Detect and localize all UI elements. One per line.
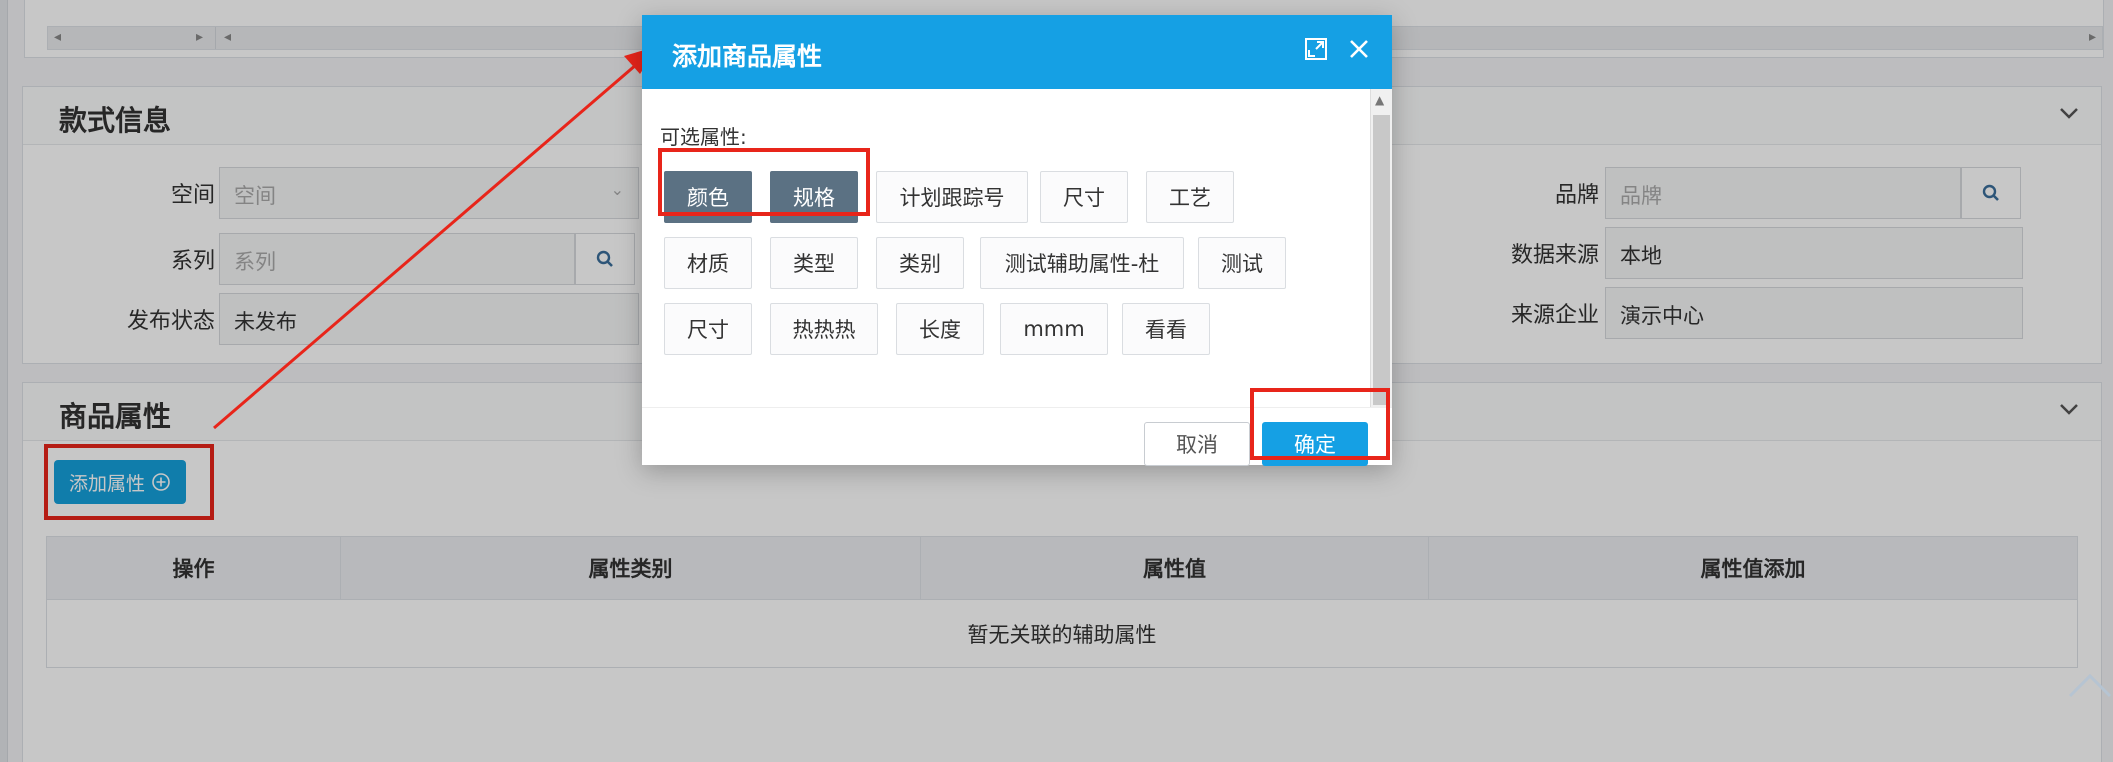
close-icon[interactable] — [1348, 38, 1370, 60]
attribute-tag[interactable]: 材质 — [664, 237, 752, 289]
attribute-tag[interactable]: 尺寸 — [1040, 171, 1128, 223]
dialog-vertical-scrollbar[interactable]: ▲ — [1370, 89, 1392, 407]
dialog-header: 添加商品属性 — [642, 15, 1392, 89]
attribute-tag[interactable]: 看看 — [1122, 303, 1210, 355]
page: ◂ ▸ ◂ ▸ 款式信息 空间 空间 ⌄ 系列 系列 发布状态 未发布 品牌 品… — [0, 0, 2113, 762]
chevron-up-icon[interactable] — [2068, 670, 2112, 700]
attribute-tag[interactable]: 尺寸 — [664, 303, 752, 355]
highlight-box-selected-tags — [658, 148, 870, 216]
attribute-tag[interactable]: 长度 — [896, 303, 984, 355]
attribute-tag[interactable]: 热热热 — [770, 303, 878, 355]
attribute-tag[interactable]: 类别 — [876, 237, 964, 289]
maximize-icon[interactable] — [1304, 37, 1328, 61]
highlight-box-confirm-button — [1250, 388, 1390, 460]
scroll-up-icon[interactable]: ▲ — [1375, 93, 1384, 107]
options-label: 可选属性: — [660, 125, 747, 149]
dialog-body: 可选属性: 颜色 规格 计划跟踪号 尺寸 工艺 材质 类型 类别 测试辅助属性-杜 测试 尺寸 热热热… — [642, 89, 1368, 407]
dialog-title: 添加商品属性 — [672, 42, 823, 71]
attribute-tag[interactable]: mmm — [1000, 303, 1108, 355]
dialog-header-icons — [1304, 37, 1370, 61]
scroll-thumb[interactable] — [1373, 115, 1390, 405]
attribute-tag[interactable]: 工艺 — [1146, 171, 1234, 223]
attribute-tag[interactable]: 类型 — [770, 237, 858, 289]
attribute-tag[interactable]: 计划跟踪号 — [876, 171, 1028, 223]
cancel-button[interactable]: 取消 — [1144, 422, 1250, 466]
attribute-tag[interactable]: 测试 — [1198, 237, 1286, 289]
attribute-tag[interactable]: 测试辅助属性-杜 — [980, 237, 1184, 289]
